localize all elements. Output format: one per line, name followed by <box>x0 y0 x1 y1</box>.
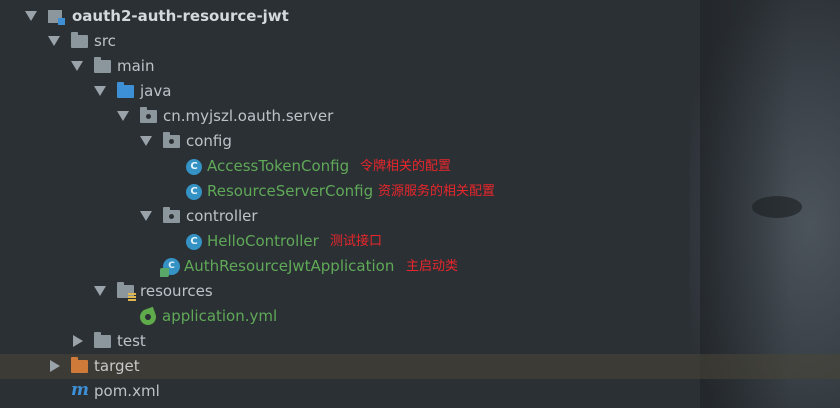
excluded-folder-icon <box>71 357 88 373</box>
tree-row-resources[interactable]: resources <box>0 279 840 304</box>
package-icon <box>140 107 157 123</box>
tree-label-resource-server-config: ResourceServerConfig <box>207 182 374 200</box>
annotation-access-token-config: 令牌相关的配置 <box>360 159 452 174</box>
annotation-hello-controller: 测试接口 <box>330 234 383 249</box>
tree-label-src: src <box>94 32 116 50</box>
folder-icon <box>71 32 88 48</box>
tree-label-main: main <box>117 57 155 75</box>
maven-icon: m <box>71 380 89 400</box>
expand-arrow-icon[interactable] <box>140 136 152 146</box>
tree-row-root[interactable]: oauth2-auth-resource-jwt <box>0 4 840 29</box>
tree-label-controller: controller <box>186 207 258 225</box>
tree-label-access-token-config: AccessTokenConfig <box>207 157 350 175</box>
expand-arrow-icon[interactable] <box>48 36 60 46</box>
tree-label-resources: resources <box>140 282 213 300</box>
expand-arrow-icon[interactable] <box>140 211 152 221</box>
annotation-application: 主启动类 <box>406 259 459 274</box>
java-class-icon: C <box>186 234 202 250</box>
expand-arrow-icon[interactable] <box>94 286 106 296</box>
tree-row-application[interactable]: C AuthResourceJwtApplication 主启动类 <box>0 254 840 279</box>
package-icon <box>163 132 180 148</box>
tree-label-hello-controller: HelloController <box>207 232 319 250</box>
tree-row-config[interactable]: config <box>0 129 840 154</box>
expand-arrow-icon[interactable] <box>117 111 129 121</box>
tree-label-root: oauth2-auth-resource-jwt <box>72 7 289 25</box>
tree-label-config: config <box>186 132 232 150</box>
tree-row-package[interactable]: cn.myjszl.oauth.server <box>0 104 840 129</box>
tree-label-package: cn.myjszl.oauth.server <box>163 107 334 125</box>
tree-label-pom: pom.xml <box>94 382 160 400</box>
annotation-resource-server-config: 资源服务的相关配置 <box>378 184 496 199</box>
tree-row-resource-server-config[interactable]: C ResourceServerConfig 资源服务的相关配置 <box>0 179 840 204</box>
tree-row-hello-controller[interactable]: C HelloController 测试接口 <box>0 229 840 254</box>
spring-yml-icon <box>137 306 159 328</box>
tree-row-controller[interactable]: controller <box>0 204 840 229</box>
source-folder-icon <box>117 82 134 98</box>
tree-row-test[interactable]: test <box>0 329 840 354</box>
resources-folder-icon <box>117 282 136 301</box>
tree-row-pom[interactable]: m pom.xml <box>0 379 840 404</box>
tree-label-test: test <box>117 332 146 350</box>
tree-label-java: java <box>140 82 172 100</box>
tree-row-target[interactable]: target <box>0 354 840 379</box>
tree-row-application-yml[interactable]: application.yml <box>0 304 840 329</box>
folder-icon <box>94 57 111 73</box>
collapsed-arrow-icon[interactable] <box>73 335 83 347</box>
tree-row-java[interactable]: java <box>0 79 840 104</box>
expand-arrow-icon[interactable] <box>71 61 83 71</box>
java-class-icon: C <box>186 159 202 175</box>
folder-icon <box>94 332 111 348</box>
java-class-icon: C <box>186 184 202 200</box>
module-folder-icon <box>48 8 66 25</box>
tree-label-application: AuthResourceJwtApplication <box>184 257 395 275</box>
expand-arrow-icon[interactable] <box>25 11 37 21</box>
tree-label-application-yml: application.yml <box>162 307 278 325</box>
spring-boot-app-icon: C <box>160 258 180 277</box>
expand-arrow-icon[interactable] <box>94 86 106 96</box>
package-icon <box>163 207 180 223</box>
tree-label-target: target <box>94 357 140 375</box>
tree-row-main[interactable]: main <box>0 54 840 79</box>
collapsed-arrow-icon[interactable] <box>50 360 60 372</box>
tree-row-src[interactable]: src <box>0 29 840 54</box>
tree-row-access-token-config[interactable]: C AccessTokenConfig 令牌相关的配置 <box>0 154 840 179</box>
